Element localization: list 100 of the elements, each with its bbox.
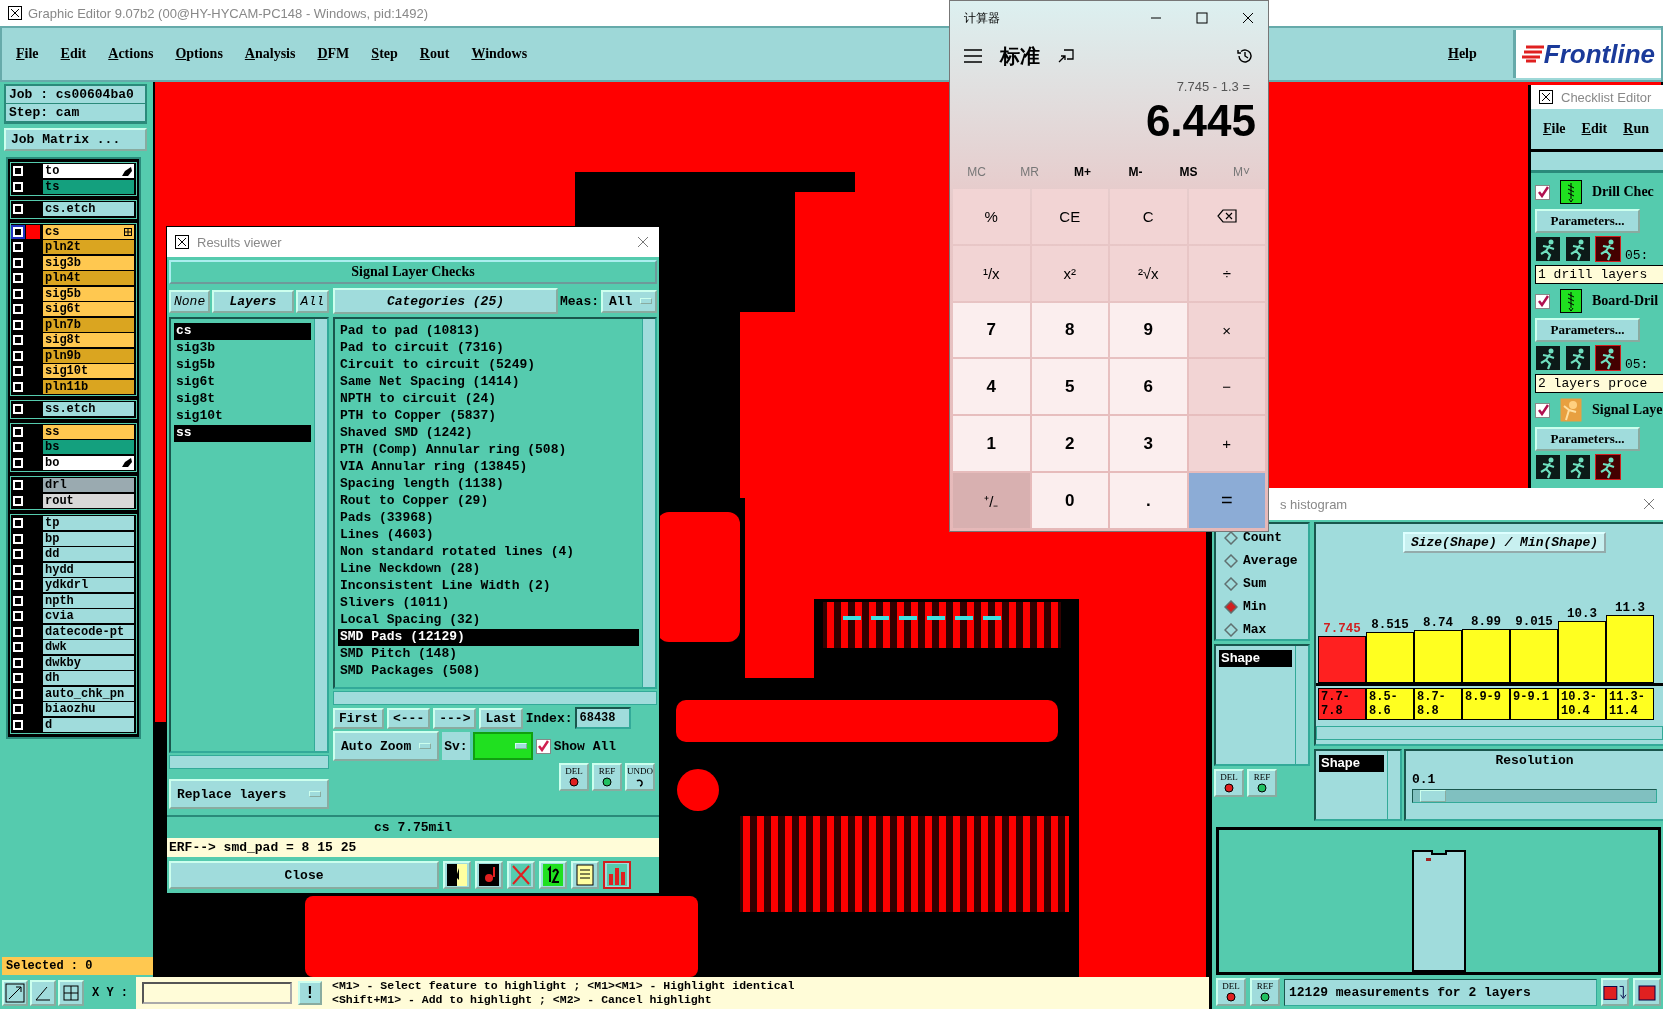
layer-name[interactable]: pln7b — [43, 317, 134, 332]
layer-name[interactable]: sig10t — [43, 364, 134, 379]
layer-name[interactable]: to — [43, 164, 134, 179]
category-item[interactable]: Spacing length (1138) — [338, 476, 639, 493]
layer-checkbox[interactable] — [13, 580, 23, 591]
navigation-button[interactable]: ---> — [433, 707, 477, 729]
category-item[interactable]: PTH (Comp) Annular ring (508) — [338, 442, 639, 459]
measure-button[interactable] — [30, 980, 56, 1006]
slider-thumb[interactable] — [1420, 790, 1447, 802]
layer-checkbox[interactable] — [13, 288, 23, 299]
menu-item[interactable]: Analysis — [244, 46, 296, 62]
checkbox[interactable] — [535, 738, 551, 754]
menu-item[interactable]: File — [16, 46, 39, 62]
layer-checkbox[interactable] — [13, 495, 23, 506]
navigation-button[interactable]: <--- — [387, 707, 431, 729]
index-field[interactable]: 68438 — [575, 707, 632, 729]
layer-checkbox[interactable] — [13, 166, 23, 177]
menu-item[interactable]: Rout — [419, 46, 450, 62]
memory-button[interactable]: MS — [1163, 158, 1214, 186]
warning-button[interactable]: ! — [298, 981, 322, 1005]
layer-item[interactable]: sig10t — [174, 408, 311, 425]
layer-checkbox[interactable] — [13, 673, 23, 684]
parameters-button[interactable]: Parameters... — [1535, 209, 1640, 233]
category-item[interactable]: Lines (4603) — [338, 527, 639, 544]
radio-button[interactable] — [1224, 576, 1238, 591]
layer-name[interactable]: pln9b — [43, 348, 134, 363]
category-item[interactable]: NPTH to circuit (24) — [338, 391, 639, 408]
zoom-fit-button[interactable] — [2, 980, 28, 1006]
layer-item[interactable]: sig6t — [174, 374, 311, 391]
layer-checkbox[interactable] — [13, 204, 23, 215]
layer-name[interactable]: sig5b — [43, 286, 134, 301]
layer-checkbox[interactable] — [13, 626, 23, 637]
layer-checkbox[interactable] — [13, 704, 23, 715]
undo-button[interactable]: UNDO — [625, 763, 655, 791]
layer-checkbox[interactable] — [13, 304, 23, 315]
calculator-key[interactable]: ÷ — [1188, 245, 1265, 301]
layer-checkbox[interactable] — [13, 242, 23, 253]
replace-layers-dropdown[interactable]: Replace layers — [169, 779, 329, 809]
layer-name[interactable]: dwk — [43, 640, 134, 655]
menu-icon[interactable] — [964, 49, 982, 63]
layer-name[interactable]: sig3b — [43, 255, 134, 270]
menu-item[interactable]: Options — [175, 46, 223, 62]
layer-item[interactable]: sig3b — [174, 340, 311, 357]
export-button[interactable] — [1601, 978, 1629, 1006]
layer-checkbox[interactable] — [13, 426, 23, 437]
layer-name[interactable]: cs.etch — [43, 202, 134, 217]
calculator-key[interactable]: % — [953, 189, 1030, 244]
layer-checkbox[interactable] — [13, 611, 23, 622]
layer-name[interactable]: pln4t — [43, 271, 134, 286]
layer-name[interactable]: pln11b — [43, 379, 134, 394]
layer-name[interactable]: dd — [43, 547, 134, 562]
category-item[interactable]: VIA Annular ring (13845) — [338, 459, 639, 476]
calculator-key[interactable]: − — [1188, 359, 1265, 415]
scrollbar[interactable] — [1316, 726, 1663, 740]
category-item[interactable]: Slivers (1011) — [338, 595, 639, 612]
category-item[interactable]: Circuit to circuit (5249) — [338, 357, 639, 374]
category-item[interactable]: PTH to Copper (5837) — [338, 408, 639, 425]
menu-item[interactable]: File — [1543, 121, 1566, 137]
calculator-key[interactable]: 0 — [1031, 473, 1108, 528]
calculator-key[interactable]: . — [1110, 473, 1187, 528]
category-item[interactable]: Local Spacing (32) — [338, 612, 639, 629]
coordinates-field[interactable] — [142, 982, 292, 1004]
layer-checkbox[interactable] — [13, 442, 23, 453]
layer-filter-button[interactable]: All — [295, 289, 329, 313]
layer-checkbox[interactable] — [13, 480, 23, 491]
menu-item[interactable]: Edit — [60, 46, 87, 62]
layer-checkbox[interactable] — [13, 549, 23, 560]
layer-name[interactable]: tp — [43, 516, 134, 531]
layer-checkbox[interactable] — [13, 642, 23, 653]
radio-button[interactable] — [1224, 553, 1238, 568]
scrollbar[interactable] — [169, 755, 329, 769]
navigation-button[interactable]: First — [333, 707, 384, 729]
calculator-key[interactable]: 9 — [1110, 302, 1187, 358]
scrollbar[interactable] — [333, 691, 657, 705]
layer-checkbox[interactable] — [13, 595, 23, 606]
category-item[interactable]: Pad to circuit (7316) — [338, 340, 639, 357]
close-button[interactable]: Close — [169, 861, 439, 889]
calculator-key[interactable]: CE — [1031, 189, 1108, 244]
layer-checkbox[interactable] — [13, 457, 23, 468]
layer-checkbox[interactable] — [13, 350, 23, 361]
help-menu[interactable]: Help — [1448, 46, 1477, 62]
calculator-key[interactable]: x² — [1031, 245, 1108, 301]
menu-item[interactable]: Windows — [471, 46, 528, 62]
checkbox[interactable] — [1535, 184, 1550, 200]
layer-checkbox[interactable] — [13, 335, 23, 346]
layer-checkbox[interactable] — [13, 226, 23, 237]
category-item[interactable]: SMD Packages (508) — [338, 663, 639, 680]
layer-item[interactable]: sig8t — [174, 391, 311, 408]
memory-button[interactable]: M- — [1110, 158, 1161, 186]
chart-button[interactable] — [1633, 978, 1661, 1006]
layer-checkbox[interactable] — [13, 366, 23, 377]
calculator-key[interactable]: 5 — [1031, 359, 1108, 415]
layer-checkbox[interactable] — [13, 381, 23, 392]
calculator-key[interactable]: 1 — [953, 416, 1030, 472]
shape-item[interactable]: Shape — [1219, 650, 1292, 667]
layer-name[interactable]: sig6t — [43, 302, 134, 317]
calculator-key[interactable]: × — [1188, 302, 1265, 358]
layer-name[interactable]: sig8t — [43, 333, 134, 348]
radio-button[interactable] — [1224, 530, 1238, 545]
layer-filter-button[interactable]: Layers — [212, 289, 294, 313]
